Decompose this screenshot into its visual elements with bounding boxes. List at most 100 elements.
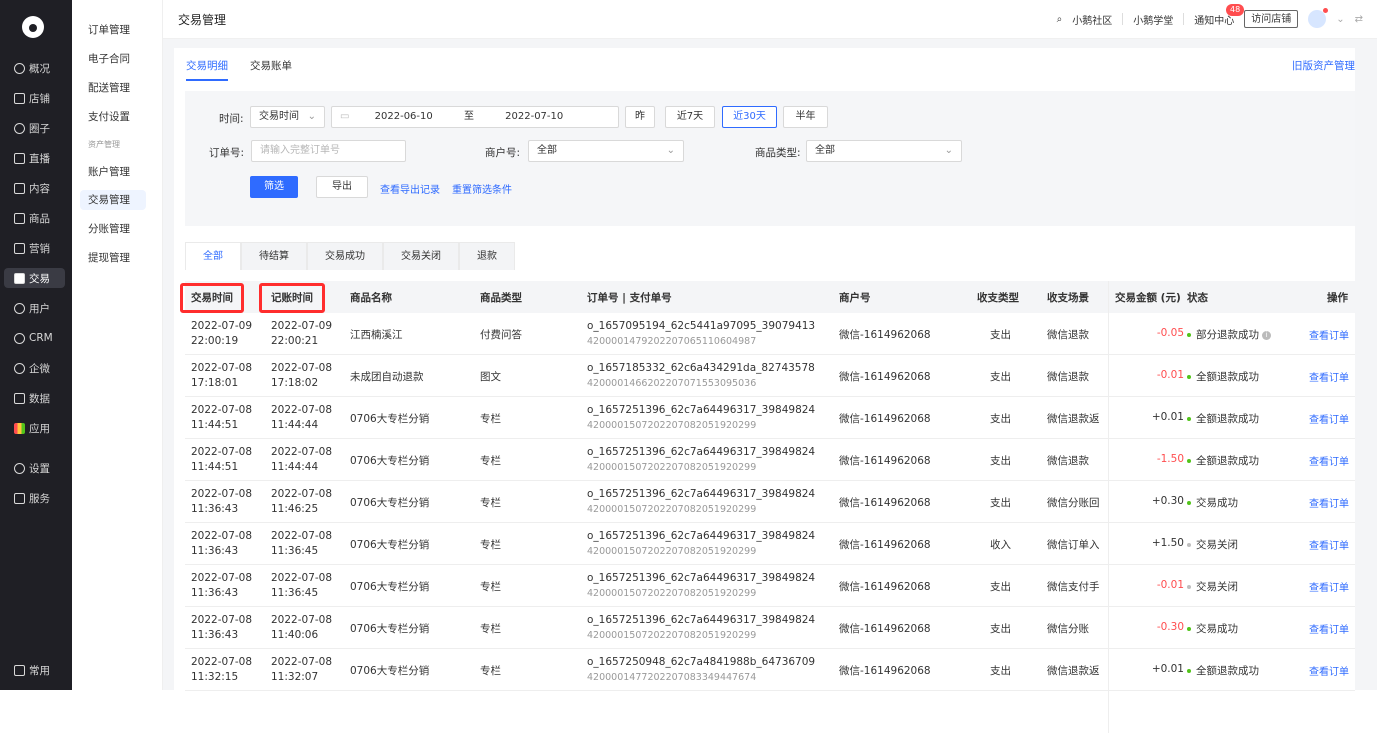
col-status: 状态 <box>1187 292 1208 304</box>
io-type: 支出 <box>990 329 1011 341</box>
quick-30days-button[interactable]: 近30天 <box>722 106 777 128</box>
view-order-link[interactable]: 查看订单 <box>1309 621 1349 636</box>
view-order-link[interactable]: 查看订单 <box>1309 453 1349 468</box>
tab-refund[interactable]: 退款 <box>459 242 515 270</box>
quick-7days-button[interactable]: 近7天 <box>665 106 715 128</box>
book-time: 2022-07-08 11:46:25 <box>271 488 333 515</box>
time-type-select[interactable]: 交易时间 ⌄ <box>250 106 325 128</box>
book-time: 2022-07-08 11:40:06 <box>271 614 333 641</box>
io-type: 支出 <box>990 413 1011 425</box>
filter-button[interactable]: 筛选 <box>250 176 298 198</box>
merchant-id: 微信-1614962068 <box>839 623 931 635</box>
subnav-split[interactable]: 分账管理 <box>80 219 146 239</box>
subnav-withdraw[interactable]: 提现管理 <box>80 248 146 268</box>
io-type: 支出 <box>990 455 1011 467</box>
export-button[interactable]: 导出 <box>316 176 368 198</box>
view-order-link[interactable]: 查看订单 <box>1309 663 1349 678</box>
merchant-id: 微信-1614962068 <box>839 455 931 467</box>
nav-apps[interactable]: 应用 <box>4 418 65 438</box>
divider <box>1183 13 1185 25</box>
nav-favorites[interactable]: 常用 <box>4 660 65 680</box>
nav-crm[interactable]: CRM <box>4 328 65 348</box>
subnav-payment-settings[interactable]: 支付设置 <box>80 107 146 127</box>
nav-goods[interactable]: 商品 <box>4 208 65 228</box>
avatar[interactable] <box>1308 8 1329 28</box>
left-nav: 概况 店铺 圈子 直播 内容 商品 营销 交易 用户 CRM 企微 数据 应用 … <box>0 0 72 690</box>
nav-service[interactable]: 服务 <box>4 488 65 508</box>
status-dot <box>1187 585 1191 589</box>
view-order-link[interactable]: 查看订单 <box>1309 495 1349 510</box>
goods-name: 0706大专栏分销 <box>350 581 430 593</box>
nav-settings[interactable]: 设置 <box>4 458 65 478</box>
old-assets-link[interactable]: 旧版资产管理 <box>1292 58 1355 73</box>
order-number: o_1657095194_62c5441a97095_39079413 42000… <box>587 320 816 347</box>
sub-nav: 订单管理 电子合同 配送管理 支付设置 资产管理 账户管理 交易管理 分账管理 … <box>72 0 163 690</box>
subnav-orders[interactable]: 订单管理 <box>80 20 146 40</box>
merchant-id: 微信-1614962068 <box>839 665 931 677</box>
tab-success[interactable]: 交易成功 <box>307 242 383 270</box>
notice-badge: 48 <box>1226 3 1245 16</box>
scene: 微信支付手 <box>1047 581 1100 593</box>
nav-store[interactable]: 店铺 <box>4 88 65 108</box>
nav-marketing[interactable]: 营销 <box>4 238 65 258</box>
apps-icon <box>14 422 25 434</box>
nav-content[interactable]: 内容 <box>4 178 65 198</box>
nav-overview[interactable]: 概况 <box>4 58 65 78</box>
tab-trade-detail[interactable]: 交易明细 <box>186 58 228 81</box>
nav-wecom[interactable]: 企微 <box>4 358 65 378</box>
goods-type-select[interactable]: 全部 ⌄ <box>806 140 962 162</box>
goods-type: 专栏 <box>480 497 501 509</box>
reset-filter-link[interactable]: 重置筛选条件 <box>452 181 512 196</box>
order-search-input[interactable]: 请输入完整订单号 <box>251 140 406 162</box>
subnav-trade[interactable]: 交易管理 <box>80 190 146 210</box>
subnav-contracts[interactable]: 电子合同 <box>80 49 146 69</box>
goods-name: 0706大专栏分销 <box>350 413 430 425</box>
subnav-accounts[interactable]: 账户管理 <box>80 162 146 182</box>
tab-trade-bill[interactable]: 交易账单 <box>250 58 292 81</box>
nav-data[interactable]: 数据 <box>4 388 65 408</box>
table-row: 2022-07-09 22:00:19 2022-07-09 22:00:21 江西… <box>185 313 1355 355</box>
view-order-link[interactable]: 查看订单 <box>1309 579 1349 594</box>
academy-link[interactable]: 小鹅学堂 <box>1133 12 1173 27</box>
tab-closed[interactable]: 交易关闭 <box>383 242 459 270</box>
top-actions: ⌕ 小鹅社区 小鹅学堂 通知中心 48 访问店铺 ⌄ ⇄ <box>1057 3 1363 28</box>
tab-pending[interactable]: 待结算 <box>241 242 307 270</box>
subnav-group-assets[interactable]: 资产管理 <box>80 135 146 155</box>
visit-store-button[interactable]: 访问店铺 <box>1244 10 1299 28</box>
gear-icon <box>14 462 25 474</box>
col-action: 操作 <box>1327 292 1348 304</box>
tab-all[interactable]: 全部 <box>185 242 241 270</box>
trade-icon <box>14 272 25 284</box>
info-icon[interactable]: i <box>1262 330 1271 340</box>
export-record-link[interactable]: 查看导出记录 <box>380 181 440 196</box>
chevron-down-icon[interactable]: ⌄ <box>1336 14 1344 25</box>
community-link[interactable]: 小鹅社区 <box>1072 12 1112 27</box>
nav-trade[interactable]: 交易 <box>4 268 65 288</box>
nav-live[interactable]: 直播 <box>4 148 65 168</box>
amount: +0.01 <box>1151 663 1184 675</box>
view-order-link[interactable]: 查看订单 <box>1309 411 1349 426</box>
view-order-link[interactable]: 查看订单 <box>1309 369 1349 384</box>
col-merchant: 商户号 <box>839 292 871 304</box>
overview-icon <box>14 62 25 74</box>
quick-yesterday-button[interactable]: 昨 <box>625 106 655 128</box>
date-range-picker[interactable]: ▭ 2022-06-10 至 2022-07-10 <box>331 106 619 128</box>
app-logo[interactable] <box>22 16 44 38</box>
search-icon[interactable]: ⌕ <box>1057 14 1063 25</box>
goods-name: 0706大专栏分销 <box>350 539 430 551</box>
status-dot <box>1187 375 1191 379</box>
view-order-link[interactable]: 查看订单 <box>1309 327 1349 342</box>
notice-link[interactable]: 通知中心 48 <box>1194 3 1245 27</box>
nav-circle[interactable]: 圈子 <box>4 118 65 138</box>
nav-user[interactable]: 用户 <box>4 298 65 318</box>
merchant-select[interactable]: 全部 ⌄ <box>528 140 684 162</box>
trade-time: 2022-07-08 11:36:43 <box>191 488 253 515</box>
highlight-box <box>180 283 244 313</box>
quick-halfyear-button[interactable]: 半年 <box>783 106 828 128</box>
view-order-link[interactable]: 查看订单 <box>1309 537 1349 552</box>
trade-time: 2022-07-08 11:36:43 <box>191 572 253 599</box>
subnav-delivery[interactable]: 配送管理 <box>80 78 146 98</box>
switch-icon[interactable]: ⇄ <box>1355 14 1363 25</box>
table-row: 2022-07-08 11:44:51 2022-07-08 11:44:44 07… <box>185 397 1355 439</box>
order-number: o_1657251396_62c7a64496317_39849824 42000… <box>587 530 816 557</box>
